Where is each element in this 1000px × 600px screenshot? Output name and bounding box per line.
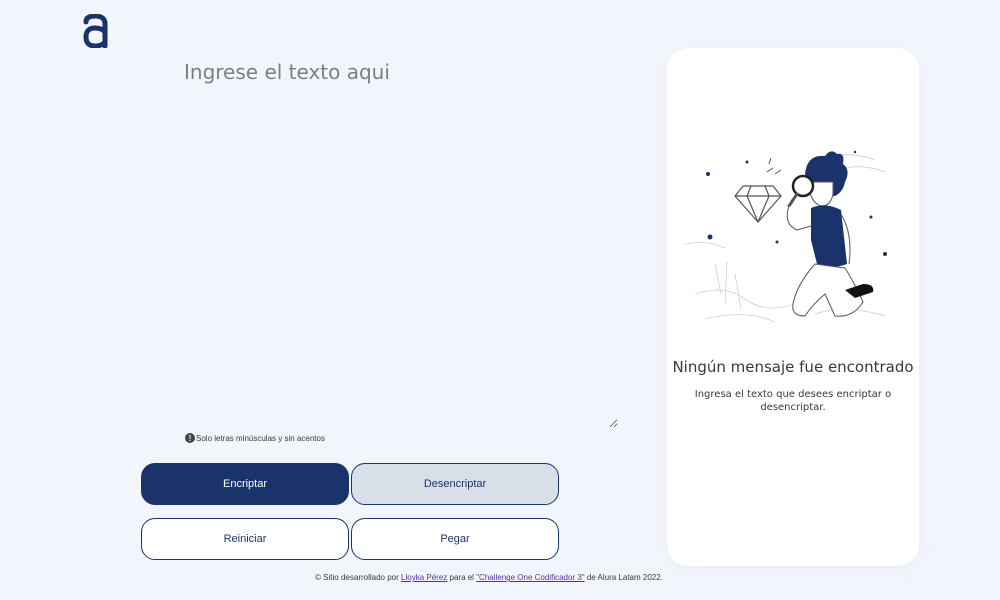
footer-suffix: de Alura Latam 2022. xyxy=(586,573,663,582)
author-link[interactable]: Lloyka Pérez xyxy=(401,573,447,582)
encrypt-button[interactable]: Encriptar xyxy=(141,463,349,505)
paste-button[interactable]: Pegar xyxy=(351,518,559,560)
input-hint: ! Solo letras minúsculas y sin acentos xyxy=(185,433,325,443)
boy-with-magnifying-glass-illustration xyxy=(685,150,887,323)
decrypt-button[interactable]: Desencriptar xyxy=(351,463,559,505)
exclamation-icon: ! xyxy=(185,433,195,443)
alura-logo-icon[interactable] xyxy=(82,14,110,48)
reset-button[interactable]: Reiniciar xyxy=(141,518,349,560)
footer-middle: para el xyxy=(449,573,474,582)
message-input[interactable] xyxy=(184,60,618,428)
no-message-text: Ingresa el texto que desees encriptar o … xyxy=(694,389,892,413)
footer: © Sitio desarrollado por Lloyka Pérez pa… xyxy=(0,573,978,582)
no-message-title: Ningún mensaje fue encontrado xyxy=(672,358,914,376)
output-panel: Ningún mensaje fue encontrado Ingresa el… xyxy=(667,48,919,566)
footer-prefix: © Sitio desarrollado por xyxy=(315,573,399,582)
hint-text: Solo letras minúsculas y sin acentos xyxy=(196,433,325,443)
challenge-link[interactable]: "Challenge One Codificador 3" xyxy=(476,573,584,582)
